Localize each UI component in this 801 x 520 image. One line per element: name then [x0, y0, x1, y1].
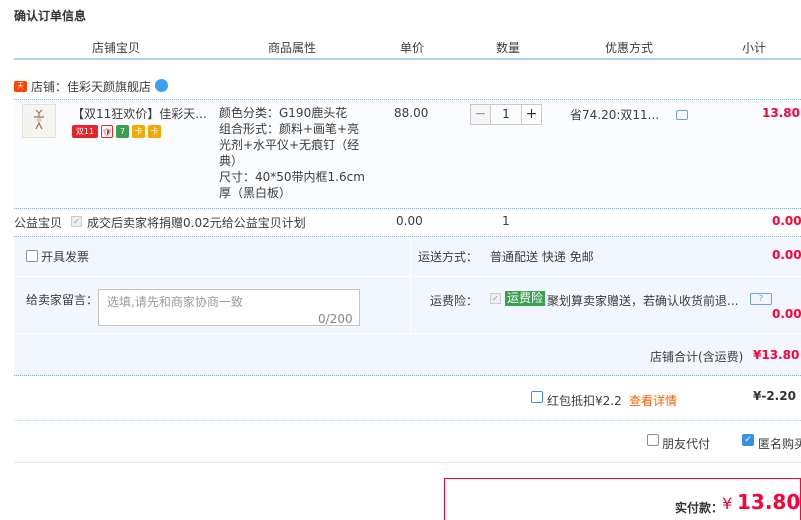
friend-pay-label[interactable]: 朋友代付: [662, 435, 710, 452]
prop-size: 尺寸：40*50带内框1.6cm厚（黑白板）: [219, 170, 365, 200]
help-icon[interactable]: ?: [750, 293, 772, 305]
decrease-button[interactable]: −: [470, 104, 491, 125]
prop-color: 颜色分类：G190鹿头花: [219, 106, 348, 120]
deer-image-icon: [34, 109, 44, 130]
note-label: 给卖家留言：: [26, 293, 99, 307]
redpack-label[interactable]: 红包抵扣¥2.2: [547, 392, 622, 409]
extra-divider: [14, 462, 801, 463]
shop-name[interactable]: 店铺：佳彩天颜旗舰店: [31, 78, 151, 95]
credit-card-icon: 卡: [148, 125, 161, 138]
shipping-total: 0.00: [772, 248, 801, 262]
charity-text: 成交后卖家将捐赠0.02元给公益宝贝计划: [87, 216, 306, 230]
tmall-icon: 天猫: [14, 81, 27, 101]
charity-price: 0.00: [396, 214, 423, 228]
payment-amount: 13.80: [737, 490, 801, 514]
insurance-label: 运费险：: [430, 294, 479, 308]
redpack-checkbox[interactable]: [531, 391, 543, 403]
shipping-value[interactable]: 普通配送 快递 免邮: [490, 248, 594, 265]
double11-tag: 双11: [72, 125, 98, 138]
anonymous-label[interactable]: 匿名购买: [758, 435, 801, 452]
insurance-tag: 运费险: [505, 291, 546, 306]
charity-qty: 1: [502, 214, 510, 228]
shop-total-label: 店铺合计(含运费): [650, 350, 744, 364]
item-price: 88.00: [394, 106, 429, 120]
header-divider: [14, 58, 801, 60]
item-props: 颜色分类：G190鹿头花 组合形式：颜料+画笔+亮光剂+水平仪+无痕钉（经典） …: [219, 105, 369, 201]
invoice-label[interactable]: 开具发票: [41, 248, 89, 265]
charity-label: 公益宝贝: [14, 216, 63, 230]
prop-combo: 组合形式：颜料+画笔+亮光剂+水平仪+无痕钉（经典）: [219, 122, 360, 168]
redpack-value: ¥-2.20: [753, 389, 796, 403]
invoice-checkbox[interactable]: [26, 250, 38, 262]
item-tags: 双11 🛡 7 卡 卡: [72, 125, 161, 139]
friend-pay-checkbox[interactable]: [647, 434, 659, 446]
seven-day-icon: 7: [116, 125, 129, 138]
quantity-stepper: − 1 +: [470, 104, 542, 125]
charity-checkbox: ✓: [71, 216, 82, 227]
card-icon: 卡: [132, 125, 145, 138]
discount-info[interactable]: 省74.20:双11...: [570, 106, 665, 123]
col-header-props: 商品属性: [268, 41, 317, 55]
page-title: 确认订单信息: [14, 9, 87, 23]
insurance-text: 聚划算卖家赠送，若确认收货前退...: [547, 294, 739, 308]
redpack-detail-link[interactable]: 查看详情: [629, 392, 677, 409]
col-header-price: 单价: [400, 41, 425, 55]
anonymous-checkbox[interactable]: ✓: [742, 434, 754, 446]
insurance-checkbox: ✓: [490, 293, 501, 304]
payment-label: 实付款：: [675, 501, 724, 515]
col-header-qty: 数量: [496, 41, 521, 55]
shop-total-value: ¥13.80: [753, 348, 800, 362]
quantity-input[interactable]: 1: [491, 104, 521, 125]
increase-button[interactable]: +: [521, 104, 542, 125]
options-divider: [410, 237, 411, 333]
chat-icon[interactable]: [155, 79, 168, 92]
item-title[interactable]: 【双11狂欢价】佳彩天...: [72, 105, 207, 122]
message-icon[interactable]: [676, 110, 688, 120]
options-bottom-divider: [14, 333, 801, 334]
charity-total: 0.00: [772, 214, 801, 228]
options-row-divider: [14, 276, 801, 277]
col-header-discount: 优惠方式: [605, 41, 654, 55]
shield-icon: 🛡: [101, 125, 113, 138]
col-header-subtotal: 小计: [742, 41, 767, 55]
note-placeholder: 选填,请先和商家协商一致: [107, 295, 243, 309]
col-header-shop-item: 店铺宝贝: [92, 41, 141, 55]
note-char-count: 0/200: [318, 312, 353, 326]
insurance-total: 0.00: [772, 307, 801, 321]
shipping-label: 运送方式：: [418, 250, 479, 264]
item-subtotal: 13.80: [762, 106, 800, 120]
redpack-divider: [14, 420, 801, 421]
payment-currency: ¥: [722, 494, 733, 513]
